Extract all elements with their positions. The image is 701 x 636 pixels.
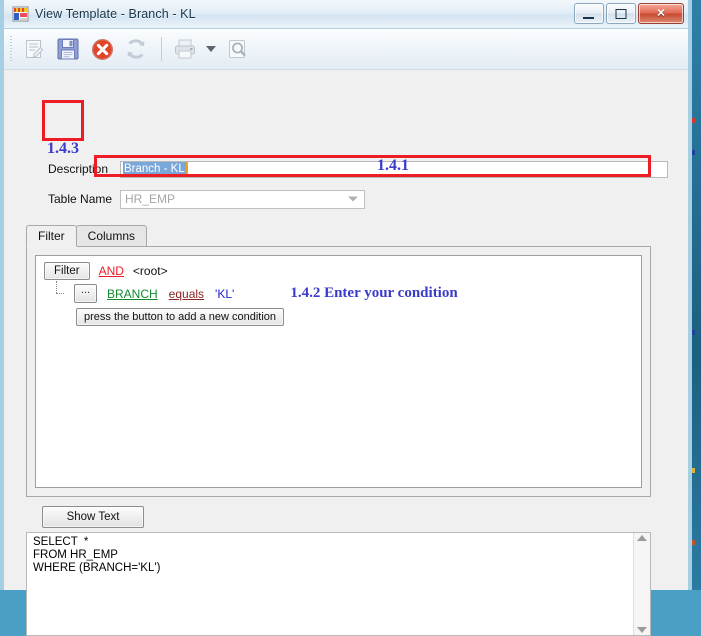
table-name-value: HR_EMP [121, 192, 175, 206]
chevron-down-icon [348, 197, 358, 202]
toolbar-grip[interactable] [8, 36, 14, 62]
window-title: View Template - Branch - KL [35, 7, 196, 21]
backdrop-speck [692, 150, 695, 155]
condition-field[interactable]: BRANCH [107, 287, 158, 301]
toolbar-separator [161, 37, 162, 61]
filter-condition-row: ... BRANCH equals 'KL' 1.4.2 Enter your … [44, 284, 633, 303]
annotation-143: 1.4.3 [47, 140, 79, 158]
print-icon[interactable] [169, 33, 201, 65]
save-icon[interactable] [52, 33, 84, 65]
filter-operator-and[interactable]: AND [99, 264, 124, 278]
highlight-box-save [42, 100, 84, 141]
backdrop-speck [692, 468, 695, 473]
tab-area: Filter Columns Filter AND <root> ... BRA… [26, 225, 651, 497]
maximize-icon [616, 9, 627, 19]
filter-button[interactable]: Filter [44, 262, 90, 280]
minimize-button[interactable] [574, 3, 604, 24]
description-value: Branch - KL [123, 162, 186, 177]
print-preview-icon[interactable] [221, 33, 253, 65]
table-name-row: Table Name HR_EMP [48, 187, 365, 211]
condition-operator[interactable]: equals [169, 287, 204, 301]
close-button[interactable]: ✕ [638, 3, 684, 24]
tree-branch-icon [52, 285, 74, 303]
table-name-label: Table Name [48, 192, 120, 206]
maximize-button[interactable] [606, 3, 636, 24]
description-row: Description Branch - KL [48, 157, 668, 181]
window-controls: ✕ [574, 3, 684, 24]
sql-scrollbar[interactable] [633, 533, 650, 635]
scroll-up-icon[interactable] [637, 535, 647, 541]
minimize-icon [583, 17, 594, 19]
sql-preview-area[interactable]: SELECT * FROM HR_EMP WHERE (BRANCH='KL') [26, 532, 651, 636]
tab-columns[interactable]: Columns [76, 225, 147, 246]
annotation-142: 1.4.2 Enter your condition [290, 285, 457, 302]
delete-icon[interactable] [86, 33, 118, 65]
description-label: Description [48, 162, 120, 176]
scroll-down-icon[interactable] [637, 627, 647, 633]
text-caret [186, 162, 188, 176]
annotation-141: 1.4.1 [377, 157, 409, 175]
tab-strip: Filter Columns [26, 225, 651, 246]
filter-tree[interactable]: Filter AND <root> ... BRANCH equals 'KL'… [35, 255, 642, 488]
close-icon: ✕ [656, 8, 665, 19]
filter-root-row: Filter AND <root> [44, 262, 633, 280]
view-template-dialog: View Template - Branch - KL ✕ [0, 0, 692, 590]
template-icon [12, 6, 29, 22]
condition-ellipsis-button[interactable]: ... [74, 284, 97, 303]
sql-text: SELECT * FROM HR_EMP WHERE (BRANCH='KL') [27, 533, 633, 635]
backdrop-speck [692, 118, 695, 123]
refresh-icon[interactable] [120, 33, 152, 65]
show-text-button[interactable]: Show Text [42, 506, 144, 528]
toolbar [4, 29, 688, 70]
table-name-select[interactable]: HR_EMP [120, 190, 365, 209]
filter-tab-panel: Filter AND <root> ... BRANCH equals 'KL'… [26, 246, 651, 497]
print-dropdown-icon[interactable] [203, 33, 219, 65]
edit-template-icon[interactable] [18, 33, 50, 65]
tab-filter[interactable]: Filter [26, 225, 77, 247]
add-condition-button[interactable]: press the button to add a new condition [76, 308, 284, 326]
filter-root-label: <root> [133, 264, 168, 278]
backdrop-speck [692, 540, 695, 545]
title-bar: View Template - Branch - KL ✕ [4, 0, 688, 29]
backdrop-speck [692, 330, 695, 335]
condition-value[interactable]: 'KL' [215, 287, 234, 301]
